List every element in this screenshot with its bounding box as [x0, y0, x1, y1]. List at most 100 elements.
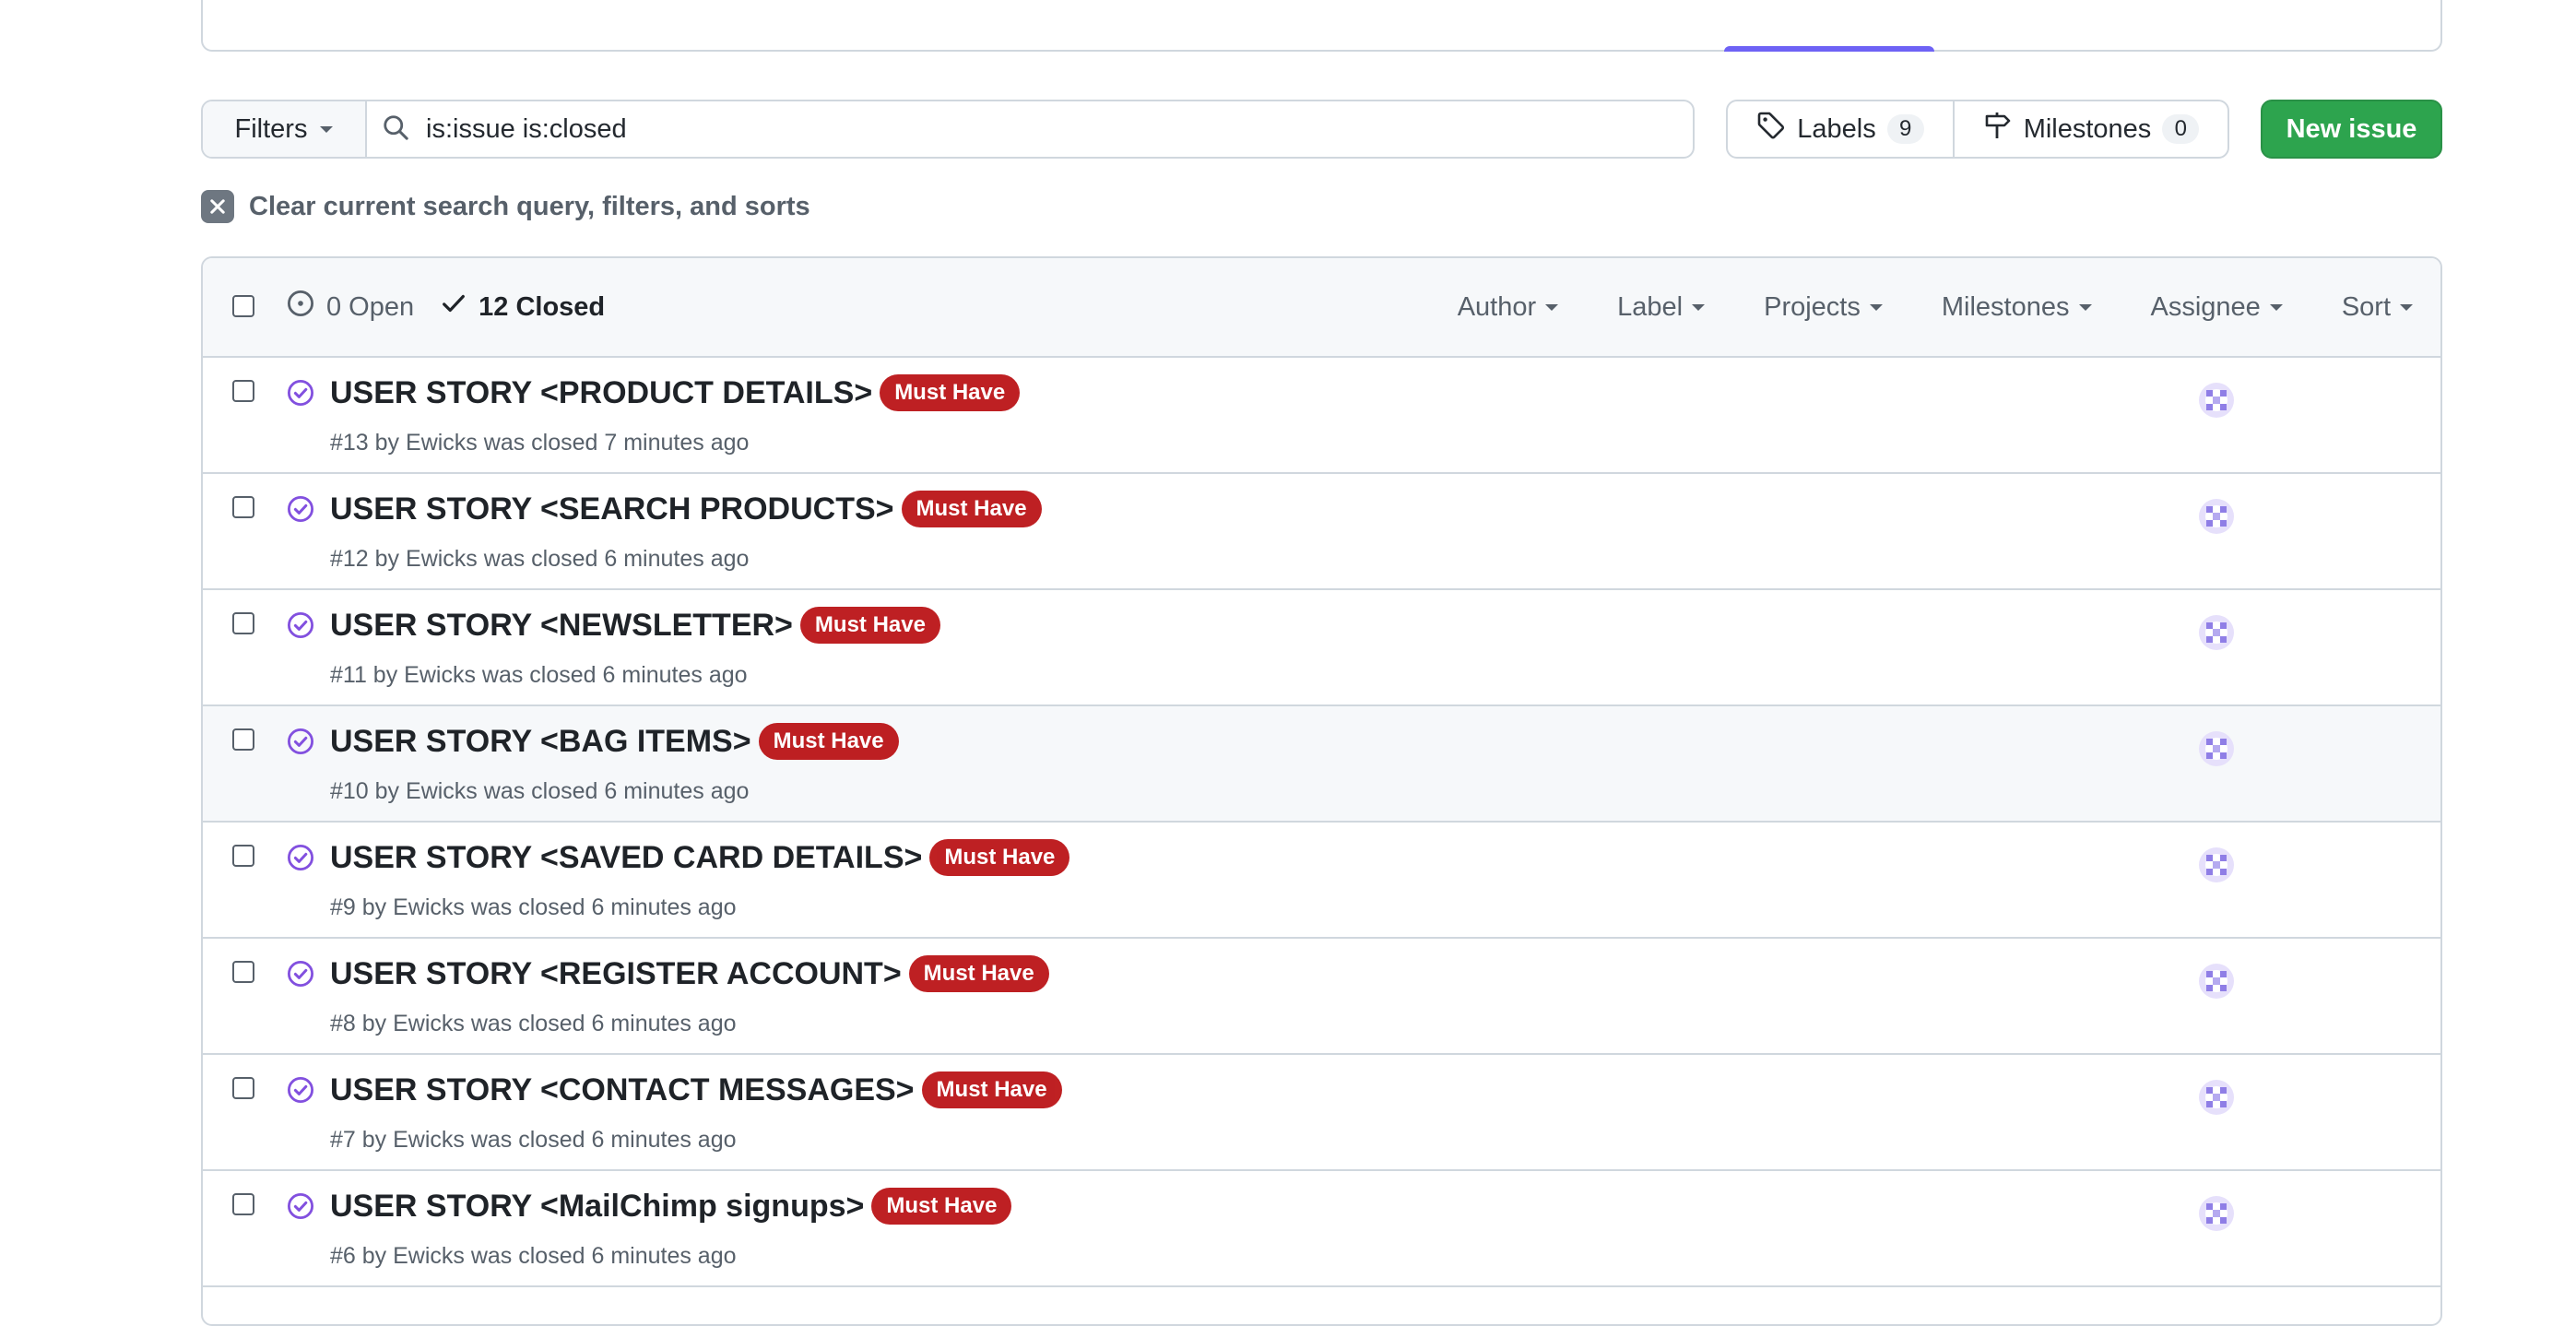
- milestones-label: Milestones: [2023, 113, 2152, 144]
- author-menu[interactable]: Author: [1458, 292, 1559, 323]
- select-all-checkbox[interactable]: [232, 295, 254, 317]
- issue-closed-icon: [286, 610, 315, 645]
- issue-checkbox[interactable]: [232, 380, 254, 402]
- issue-row: USER STORY <CONTACT MESSAGES> Must Have …: [203, 1055, 2440, 1171]
- issue-checkbox[interactable]: [232, 1193, 254, 1215]
- closed-time: was closed 6 minutes ago: [464, 1011, 737, 1036]
- label-badge[interactable]: Must Have: [871, 1188, 1012, 1225]
- issue-title-line: USER STORY <SEARCH PRODUCTS> Must Have: [330, 491, 1042, 527]
- label-badge[interactable]: Must Have: [921, 1071, 1062, 1108]
- issue-title-line: USER STORY <CONTACT MESSAGES> Must Have: [330, 1071, 1062, 1108]
- assignee-avatar[interactable]: [2198, 382, 2235, 419]
- labels-milestones-group: Labels 9 Milestones 0: [1726, 100, 2229, 159]
- tag-icon: [1756, 111, 1786, 148]
- issue-meta: #13 by Ewicks was closed 7 minutes ago: [330, 430, 749, 456]
- clear-query-link[interactable]: Clear current search query, filters, and…: [201, 188, 810, 225]
- label-badge[interactable]: Must Have: [901, 491, 1042, 527]
- issues-list: 0 Open 12 Closed Author Label Projects M…: [201, 256, 2442, 1326]
- closed-issues-link[interactable]: 12 Closed: [440, 290, 605, 325]
- open-issues-link[interactable]: 0 Open: [286, 289, 414, 326]
- new-issue-button[interactable]: New issue: [2261, 100, 2442, 159]
- author-link[interactable]: Ewicks: [406, 430, 478, 456]
- issue-title-line: USER STORY <PRODUCT DETAILS> Must Have: [330, 374, 1021, 411]
- closed-time: was closed 6 minutes ago: [477, 546, 750, 572]
- issue-number: #11 by: [330, 662, 405, 688]
- issue-checkbox[interactable]: [232, 496, 254, 518]
- issue-closed-icon: [286, 959, 315, 993]
- assignee-avatar[interactable]: [2198, 847, 2235, 883]
- milestones-menu[interactable]: Milestones: [1942, 292, 2092, 323]
- author-link[interactable]: Ewicks: [393, 1127, 465, 1153]
- card-accent-bar: [1724, 46, 1934, 52]
- closed-count: 12 Closed: [479, 291, 606, 322]
- author-link[interactable]: Ewicks: [393, 894, 465, 920]
- issue-meta: #11 by Ewicks was closed 6 minutes ago: [330, 662, 748, 689]
- label-badge[interactable]: Must Have: [799, 607, 940, 644]
- issue-row: USER STORY <REGISTER ACCOUNT> Must Have …: [203, 939, 2440, 1055]
- issue-checkbox[interactable]: [232, 961, 254, 983]
- assignee-avatar[interactable]: [2198, 1079, 2235, 1116]
- chevron-down-icon: [1869, 303, 1883, 311]
- author-link[interactable]: Ewicks: [393, 1011, 465, 1036]
- search-input[interactable]: [424, 101, 1693, 158]
- assignee-menu[interactable]: Assignee: [2151, 292, 2283, 323]
- assignee-avatar[interactable]: [2198, 614, 2235, 651]
- issue-meta: #9 by Ewicks was closed 6 minutes ago: [330, 894, 737, 921]
- issue-title-line: USER STORY <BAG ITEMS> Must Have: [330, 723, 899, 760]
- issue-meta: #7 by Ewicks was closed 6 minutes ago: [330, 1127, 737, 1154]
- sort-menu[interactable]: Sort: [2342, 292, 2413, 323]
- issue-closed-icon: [286, 727, 315, 761]
- issue-title-link[interactable]: USER STORY <MailChimp signups>: [330, 1189, 864, 1225]
- issue-checkbox[interactable]: [232, 728, 254, 751]
- search-wrap: [367, 101, 1693, 158]
- assignee-avatar[interactable]: [2198, 498, 2235, 535]
- author-link[interactable]: Ewicks: [404, 662, 476, 688]
- closed-time: was closed 6 minutes ago: [464, 1127, 737, 1153]
- issue-meta: #8 by Ewicks was closed 6 minutes ago: [330, 1011, 737, 1037]
- issue-title-link[interactable]: USER STORY <REGISTER ACCOUNT>: [330, 956, 902, 992]
- label-badge[interactable]: Must Have: [929, 839, 1070, 876]
- label-badge[interactable]: Must Have: [880, 374, 1021, 411]
- label-menu[interactable]: Label: [1617, 292, 1706, 323]
- issue-title-link[interactable]: USER STORY <BAG ITEMS>: [330, 724, 751, 760]
- author-link[interactable]: Ewicks: [406, 778, 478, 804]
- state-filter: 0 Open 12 Closed: [286, 258, 605, 356]
- issue-checkbox[interactable]: [232, 1077, 254, 1099]
- milestones-menu-label: Milestones: [1941, 291, 2070, 322]
- milestones-button[interactable]: Milestones 0: [1955, 101, 2227, 157]
- issue-closed-icon: [286, 494, 315, 528]
- labels-button[interactable]: Labels 9: [1728, 101, 1955, 157]
- projects-menu[interactable]: Projects: [1764, 292, 1883, 323]
- chevron-down-icon: [2400, 303, 2413, 311]
- issue-number: #10 by: [330, 778, 407, 804]
- filter-menus: Author Label Projects Milestones Assigne…: [1458, 258, 2413, 356]
- issue-title-link[interactable]: USER STORY <SEARCH PRODUCTS>: [330, 491, 894, 527]
- issue-title-link[interactable]: USER STORY <CONTACT MESSAGES>: [330, 1072, 915, 1108]
- issue-meta: #12 by Ewicks was closed 6 minutes ago: [330, 546, 749, 573]
- assignee-avatar[interactable]: [2198, 1195, 2235, 1232]
- previous-card: [201, 0, 2442, 52]
- issue-row: USER STORY <MailChimp signups> Must Have…: [203, 1171, 2440, 1287]
- assignee-menu-label: Assignee: [2150, 291, 2261, 322]
- open-count: 0 Open: [326, 291, 415, 322]
- issue-row: USER STORY <NEWSLETTER> Must Have #11 by…: [203, 590, 2440, 706]
- filters-button[interactable]: Filters: [203, 101, 367, 157]
- issue-row: USER STORY <SEARCH PRODUCTS> Must Have #…: [203, 474, 2440, 590]
- milestone-icon: [1983, 111, 2013, 148]
- issue-closed-icon: [286, 843, 315, 877]
- assignee-avatar[interactable]: [2198, 963, 2235, 1000]
- author-link[interactable]: Ewicks: [393, 1243, 465, 1269]
- issue-checkbox[interactable]: [232, 845, 254, 867]
- close-icon: [201, 190, 234, 223]
- issue-title-link[interactable]: USER STORY <PRODUCT DETAILS>: [330, 375, 872, 411]
- issue-title-link[interactable]: USER STORY <SAVED CARD DETAILS>: [330, 840, 922, 876]
- label-badge[interactable]: Must Have: [758, 723, 899, 760]
- labels-label: Labels: [1797, 113, 1876, 144]
- author-link[interactable]: Ewicks: [406, 546, 478, 572]
- issue-title-link[interactable]: USER STORY <NEWSLETTER>: [330, 608, 793, 644]
- issue-number: #8 by: [330, 1011, 394, 1036]
- label-badge[interactable]: Must Have: [908, 955, 1049, 992]
- assignee-avatar[interactable]: [2198, 730, 2235, 767]
- chevron-down-icon: [1692, 303, 1706, 311]
- issue-checkbox[interactable]: [232, 612, 254, 634]
